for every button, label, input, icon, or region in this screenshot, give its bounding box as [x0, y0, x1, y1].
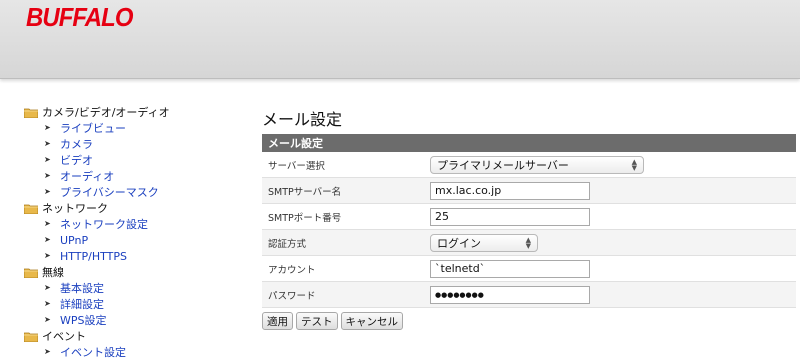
smtp-port-input[interactable]: 25	[430, 207, 590, 226]
top-header: BUFFALO	[0, 0, 800, 79]
sidebar-item-video[interactable]: ➤ ビデオ	[24, 152, 234, 168]
page-title: メール設定	[262, 110, 343, 129]
arrow-right-icon: ➤	[44, 315, 51, 324]
arrow-right-icon: ➤	[44, 251, 51, 260]
arrow-right-icon: ➤	[44, 299, 51, 308]
smtp-server-input[interactable]: mx.lac.co.jp	[430, 181, 590, 200]
field-label: SMTPサーバー名	[262, 177, 424, 204]
sidebar-group-label: ネットワーク	[42, 202, 108, 215]
section-header: メール設定	[262, 134, 796, 152]
sidebar-item-link[interactable]: UPnP	[60, 234, 88, 247]
form-row-smtp-server: SMTPサーバー名 mx.lac.co.jp	[262, 177, 796, 204]
folder-icon	[24, 204, 38, 214]
sidebar-group-event[interactable]: イベント	[24, 328, 234, 344]
mail-settings-form: メール設定 サーバー選択 プライマリメールサーバー ▲ ▼ SMTPサーバー名 m…	[262, 134, 796, 308]
updown-arrows-icon: ▲ ▼	[631, 157, 637, 172]
sidebar-item-link[interactable]: ライブビュー	[60, 120, 126, 136]
form-row-password: パスワード ●●●●●●●●	[262, 281, 796, 308]
updown-arrows-icon: ▲ ▼	[525, 235, 531, 250]
sidebar-item-link[interactable]: ネットワーク設定	[60, 216, 148, 232]
sidebar-item-advanced-settings[interactable]: ➤ 詳細設定	[24, 296, 234, 312]
arrow-right-icon: ➤	[44, 123, 51, 132]
sidebar-item-link[interactable]: プライバシーマスク	[60, 184, 159, 200]
sidebar-item-liveview[interactable]: ➤ ライブビュー	[24, 120, 234, 136]
select-value: ログイン	[437, 236, 481, 250]
sidebar-item-link[interactable]: ビデオ	[60, 152, 93, 168]
sidebar-group-label: 無線	[42, 266, 64, 279]
folder-icon	[24, 332, 38, 342]
cancel-button[interactable]: キャンセル	[340, 312, 403, 330]
folder-icon	[24, 108, 38, 118]
sidebar-group-wireless[interactable]: 無線	[24, 264, 234, 280]
password-input[interactable]: ●●●●●●●●	[430, 285, 590, 304]
field-label: アカウント	[262, 255, 424, 282]
form-buttons: 適用 テスト キャンセル	[262, 312, 796, 330]
server-select-dropdown[interactable]: プライマリメールサーバー ▲ ▼	[430, 155, 644, 174]
sidebar-item-wps-settings[interactable]: ➤ WPS設定	[24, 312, 234, 328]
sidebar-item-camera[interactable]: ➤ カメラ	[24, 136, 234, 152]
sidebar-item-basic-settings[interactable]: ➤ 基本設定	[24, 280, 234, 296]
sidebar-item-privacy-mask[interactable]: ➤ プライバシーマスク	[24, 184, 234, 200]
account-input[interactable]: `telnetd`	[430, 259, 590, 278]
field-label: パスワード	[262, 281, 424, 308]
section-header-row: メール設定	[262, 134, 796, 152]
sidebar-item-http-https[interactable]: ➤ HTTP/HTTPS	[24, 248, 234, 264]
sidebar-item-network-settings[interactable]: ➤ ネットワーク設定	[24, 216, 234, 232]
sidebar-item-link[interactable]: WPS設定	[60, 312, 107, 328]
sidebar-group-label: イベント	[42, 330, 86, 343]
field-label: 認証方式	[262, 229, 424, 256]
arrow-right-icon: ➤	[44, 347, 51, 356]
arrow-right-icon: ➤	[44, 139, 51, 148]
sidebar-item-event-settings[interactable]: ➤ イベント設定	[24, 344, 234, 360]
form-row-smtp-port: SMTPポート番号 25	[262, 203, 796, 230]
sidebar-group-label: カメラ/ビデオ/オーディオ	[42, 106, 170, 119]
auth-method-dropdown[interactable]: ログイン ▲ ▼	[430, 233, 538, 252]
form-row-account: アカウント `telnetd`	[262, 255, 796, 282]
sidebar-item-link[interactable]: オーディオ	[60, 168, 114, 184]
sidebar-item-link[interactable]: HTTP/HTTPS	[60, 250, 127, 263]
sidebar-nav: カメラ/ビデオ/オーディオ ➤ ライブビュー ➤ カメラ ➤ ビデオ ➤ オーディオ ➤…	[24, 104, 234, 360]
sidebar-item-audio[interactable]: ➤ オーディオ	[24, 168, 234, 184]
apply-button[interactable]: 適用	[262, 312, 293, 330]
arrow-right-icon: ➤	[44, 283, 51, 292]
sidebar-group-network[interactable]: ネットワーク	[24, 200, 234, 216]
sidebar-group-camera-video-audio[interactable]: カメラ/ビデオ/オーディオ	[24, 104, 234, 120]
field-label: SMTPポート番号	[262, 203, 424, 230]
sidebar-item-link[interactable]: 詳細設定	[60, 296, 104, 312]
arrow-right-icon: ➤	[44, 219, 51, 228]
buffalo-logo[interactable]: BUFFALO	[26, 2, 133, 33]
sidebar-item-upnp[interactable]: ➤ UPnP	[24, 232, 234, 248]
field-label: サーバー選択	[262, 152, 424, 178]
folder-icon	[24, 268, 38, 278]
main-content: メール設定 メール設定 サーバー選択 プライマリメールサーバー ▲ ▼ SMTPサ…	[262, 108, 796, 330]
form-row-auth-method: 認証方式 ログイン ▲ ▼	[262, 229, 796, 256]
test-button[interactable]: テスト	[296, 312, 338, 330]
arrow-right-icon: ➤	[44, 235, 51, 244]
sidebar-item-link[interactable]: 基本設定	[60, 280, 104, 296]
arrow-right-icon: ➤	[44, 187, 51, 196]
sidebar-item-link[interactable]: カメラ	[60, 136, 93, 152]
arrow-right-icon: ➤	[44, 155, 51, 164]
form-row-server-select: サーバー選択 プライマリメールサーバー ▲ ▼	[262, 152, 796, 178]
arrow-right-icon: ➤	[44, 171, 51, 180]
select-value: プライマリメールサーバー	[437, 158, 569, 172]
sidebar-item-link[interactable]: イベント設定	[60, 344, 126, 360]
